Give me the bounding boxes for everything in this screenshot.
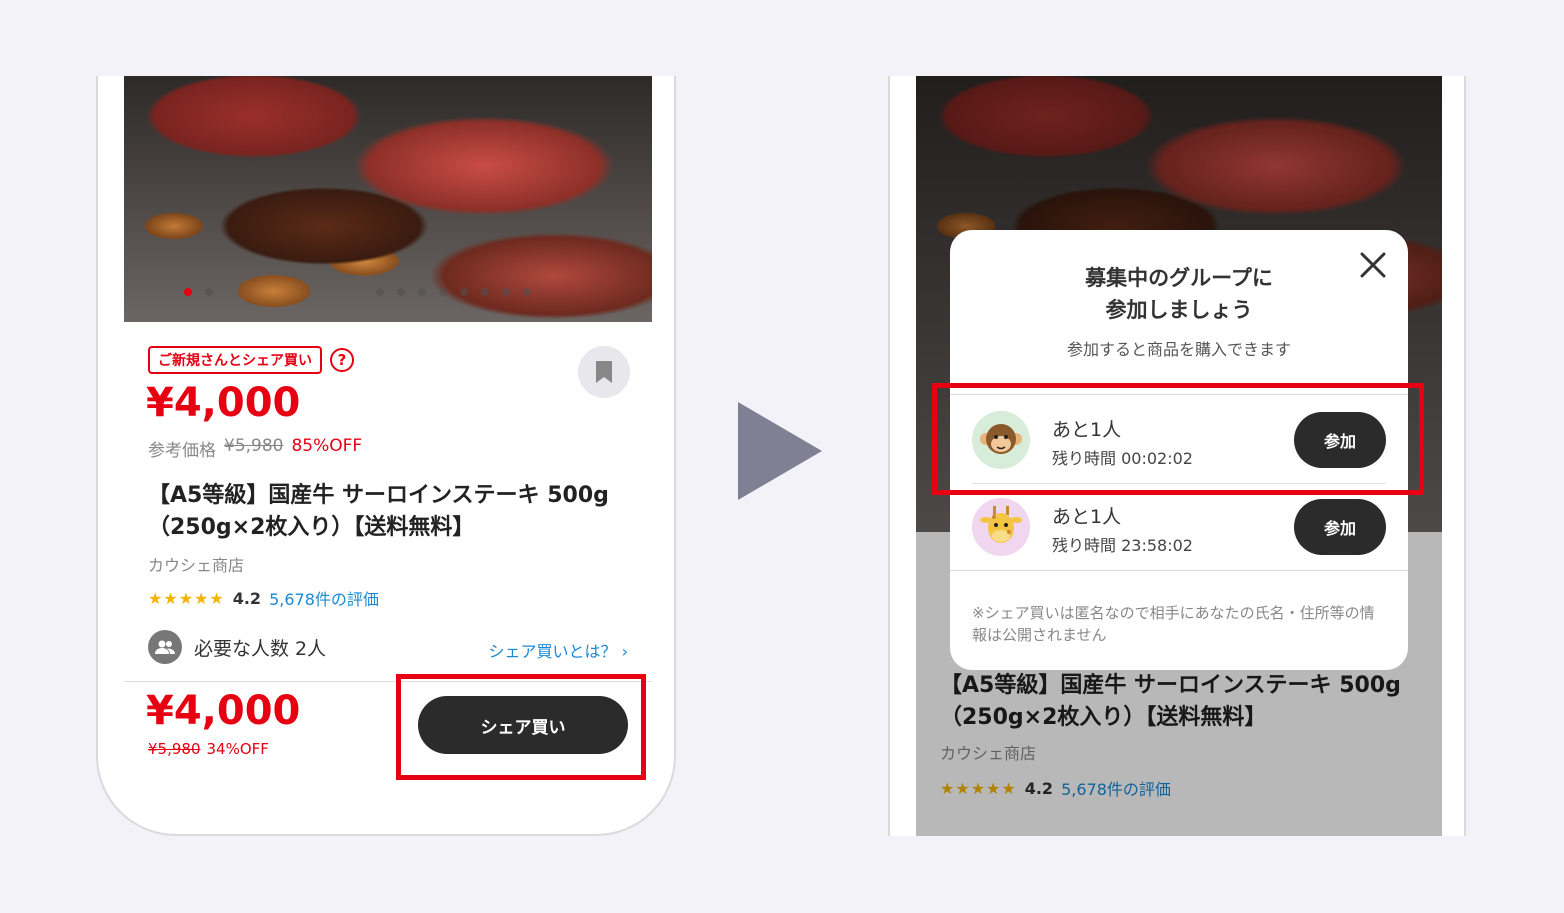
- carousel-dot[interactable]: [184, 288, 192, 296]
- share-badge: ご新規さんとシェア買い: [148, 346, 322, 374]
- modal-subtitle: 参加すると商品を購入できます: [1066, 340, 1291, 359]
- price: ¥4,000: [146, 380, 301, 426]
- bottom-discount: 34%OFF: [206, 740, 269, 758]
- highlight-share-button: [396, 674, 646, 780]
- group-row: あと1人 残り時間 23:58:02 参加: [972, 484, 1386, 570]
- carousel-dot[interactable]: [460, 288, 468, 296]
- giraffe-avatar-icon: [972, 498, 1030, 556]
- shop-name[interactable]: カウシェ商店: [148, 552, 244, 576]
- carousel-dots[interactable]: [184, 288, 531, 296]
- highlight-group-row: [932, 383, 1424, 495]
- people-required-row: 必要な人数 2人: [148, 630, 326, 664]
- ref-price: ¥5,980: [224, 436, 284, 456]
- reviews-link[interactable]: 5,678件の評価: [269, 586, 379, 610]
- group-time-left: 残り時間 23:58:02: [1052, 536, 1193, 555]
- modal-title-line1: 募集中のグループに: [1085, 266, 1273, 290]
- star-rating-icon: ★★★★★: [148, 588, 225, 608]
- carousel-dot[interactable]: [397, 288, 405, 296]
- badge-row: ご新規さんとシェア買い ?: [148, 346, 354, 374]
- ref-price-label: 参考価格: [148, 441, 216, 461]
- bookmark-button[interactable]: [578, 346, 630, 398]
- carousel-dot[interactable]: [502, 288, 510, 296]
- discount-label: 85%OFF: [291, 436, 363, 456]
- bottom-price: ¥4,000: [146, 688, 301, 734]
- rating-value: 4.2: [232, 588, 262, 608]
- rating-row: ★★★★★ 4.2 5,678件の評価: [148, 586, 379, 610]
- carousel-dot[interactable]: [481, 288, 489, 296]
- people-icon: [148, 630, 182, 664]
- anonymity-note: ※シェア買いは匿名なので相手にあなたの氏名・住所等の情報は公開されません: [972, 604, 1375, 644]
- carousel-dot[interactable]: [376, 288, 384, 296]
- bottom-ref-price: ¥5,980: [148, 740, 201, 758]
- reference-price-row: 参考価格 ¥5,980 85%OFF: [148, 436, 362, 461]
- product-photo[interactable]: [124, 76, 652, 322]
- people-required-text: 必要な人数 2人: [194, 637, 327, 660]
- group-remaining: あと1人: [1052, 506, 1122, 528]
- modal-divider: [950, 570, 1408, 571]
- carousel-dot[interactable]: [439, 288, 447, 296]
- bookmark-icon: [596, 361, 612, 383]
- modal-title: 募集中のグループに 参加しましょう: [950, 262, 1408, 326]
- help-icon[interactable]: ?: [330, 348, 354, 372]
- carousel-dot[interactable]: [205, 288, 213, 296]
- carousel-dot[interactable]: [523, 288, 531, 296]
- modal-title-line2: 参加しましょう: [1105, 298, 1253, 322]
- bottom-sub-row: ¥5,980 34%OFF: [148, 740, 269, 758]
- carousel-dot[interactable]: [418, 288, 426, 296]
- what-is-share-link[interactable]: シェア買いとは？ ›: [489, 638, 629, 662]
- flow-arrow-icon: [738, 402, 822, 500]
- product-title: 【A5等級】国産牛 サーロインステーキ 500g（250g×2枚入り）【送料無料…: [148, 483, 609, 540]
- join-button[interactable]: 参加: [1294, 499, 1386, 555]
